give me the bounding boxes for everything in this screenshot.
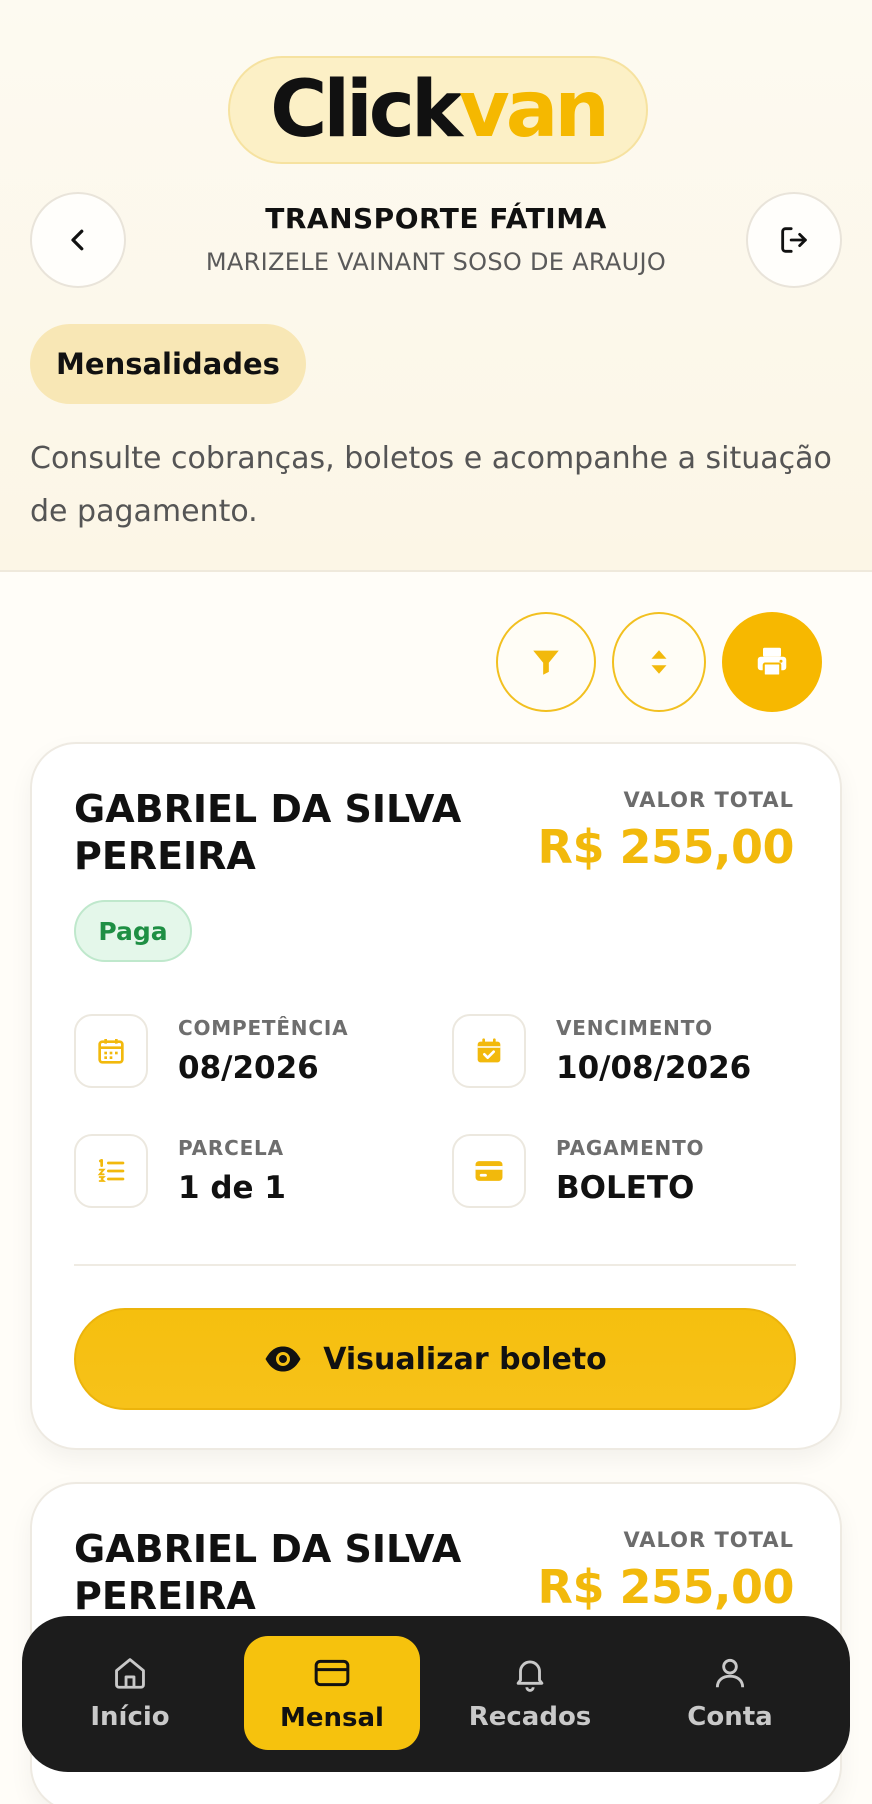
parcela-icon-box [74, 1134, 148, 1208]
nav-label-inicio: Início [90, 1702, 170, 1732]
nav-label-recados: Recados [468, 1702, 592, 1732]
competencia-label: COMPETÊNCIA [178, 1016, 349, 1040]
chevron-left-icon [71, 229, 84, 251]
total-label: VALOR TOTAL [623, 1528, 794, 1552]
filter-button[interactable] [496, 612, 596, 712]
logo-text-click: Click [270, 65, 463, 155]
user-icon [715, 1658, 745, 1688]
filter-icon [533, 650, 559, 675]
bottom-navigation: Início Mensal Recados Conta [22, 1616, 850, 1772]
credit-card-icon [475, 1161, 503, 1181]
logo-text-van: van [458, 65, 610, 155]
print-button[interactable] [722, 612, 822, 712]
card-icon [314, 1659, 350, 1687]
view-boleto-label: Visualizar boleto [323, 1341, 607, 1377]
app-logo: Clickvan [228, 56, 648, 164]
home-icon [115, 1658, 145, 1689]
competencia-icon-box [74, 1014, 148, 1088]
pagamento-label: PAGAMENTO [556, 1136, 705, 1160]
sort-icon [651, 650, 667, 674]
parcela-value: 1 de 1 [178, 1170, 286, 1206]
student-name: GABRIEL DA SILVA PEREIRA [74, 1527, 462, 1618]
bell-icon [516, 1660, 544, 1692]
parcela-label: PARCELA [178, 1136, 284, 1160]
eye-icon [265, 1346, 301, 1372]
organization-name: TRANSPORTE FÁTIMA [265, 202, 607, 235]
section-description: Consulte cobranças, boletos e acompanhe … [30, 441, 832, 529]
nav-label-mensal: Mensal [280, 1703, 384, 1733]
pagamento-icon-box [452, 1134, 526, 1208]
competencia-value: 08/2026 [178, 1050, 319, 1086]
logout-button[interactable] [746, 192, 842, 288]
logout-icon [781, 227, 807, 253]
view-boleto-button[interactable]: Visualizar boleto [74, 1308, 796, 1410]
calendar-icon [98, 1039, 124, 1064]
user-name: MARIZELE VAINANT SOSO DE ARAUJO [205, 248, 667, 276]
total-value: R$ 255,00 [537, 820, 795, 874]
back-button[interactable] [30, 192, 126, 288]
nav-item-inicio[interactable]: Início [42, 1636, 218, 1750]
student-name: GABRIEL DA SILVA PEREIRA [74, 787, 462, 878]
total-label: VALOR TOTAL [623, 788, 794, 812]
vencimento-label: VENCIMENTO [556, 1016, 713, 1040]
section-title: Mensalidades [30, 324, 306, 404]
pagamento-value: BOLETO [556, 1170, 695, 1206]
vencimento-value: 10/08/2026 [556, 1050, 752, 1086]
nav-item-recados[interactable]: Recados [442, 1636, 618, 1750]
sort-button[interactable] [612, 612, 706, 712]
total-value: R$ 255,00 [537, 1560, 795, 1614]
nav-item-mensal[interactable]: Mensal [244, 1636, 420, 1750]
card-divider [74, 1264, 796, 1266]
nav-label-conta: Conta [687, 1702, 773, 1732]
calendar-check-icon [477, 1038, 501, 1063]
list-ordered-icon [97, 1159, 125, 1182]
vencimento-icon-box [452, 1014, 526, 1088]
status-badge: Paga [74, 900, 192, 962]
billing-card: GABRIEL DA SILVA PEREIRA VALOR TOTAL R$ … [30, 742, 842, 1450]
print-icon [757, 647, 787, 677]
nav-item-conta[interactable]: Conta [642, 1636, 818, 1750]
page-header: Clickvan TRANSPORTE FÁTIMA MARIZELE VAIN… [0, 0, 872, 572]
